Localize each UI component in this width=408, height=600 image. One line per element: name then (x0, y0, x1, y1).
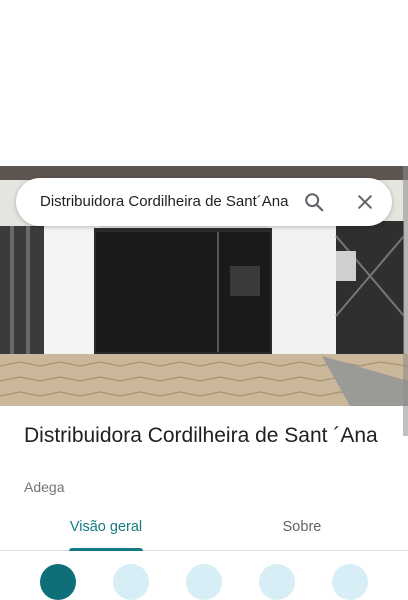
directions-button[interactable] (40, 564, 76, 600)
share-button[interactable] (332, 564, 368, 600)
save-button[interactable] (186, 564, 222, 600)
nearby-button[interactable] (259, 564, 295, 600)
tab-bar: Visão geral Sobre (0, 508, 408, 551)
search-box[interactable]: Distribuidora Cordilheira de Sant´Ana (16, 178, 392, 226)
close-icon (358, 195, 372, 209)
tab-overview-label: Visão geral (69, 519, 143, 535)
tab-overview[interactable]: Visão geral (54, 508, 158, 551)
active-tab-indicator (69, 548, 143, 551)
scrollbar[interactable] (403, 166, 408, 436)
tab-about[interactable]: Sobre (262, 508, 342, 550)
place-title: Distribuidora Cordilheira de Sant ´Ana (24, 424, 378, 447)
search-icon (305, 193, 324, 212)
search-button[interactable] (298, 186, 330, 218)
start-button[interactable] (113, 564, 149, 600)
search-input[interactable]: Distribuidora Cordilheira de Sant´Ana (40, 178, 292, 226)
close-button[interactable] (349, 186, 381, 218)
tab-about-label: Sobre (282, 519, 322, 535)
place-category: Adega (24, 479, 65, 495)
